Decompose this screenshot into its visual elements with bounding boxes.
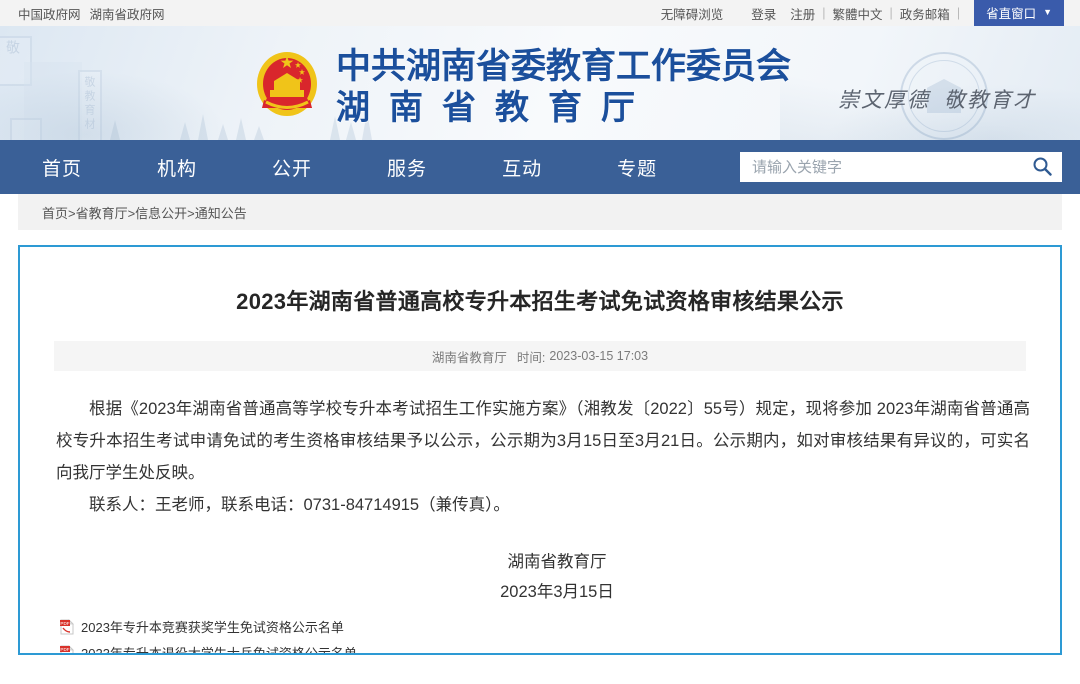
top-utility-bar: 中国政府网 湖南省政府网 无障碍浏览 登录 注册 | 繁體中文 | 政务邮箱 |… (0, 0, 1080, 26)
site-title-line-1: 中共湖南省委教育工作委员会 (336, 47, 792, 86)
topbar-right-links: 无障碍浏览 登录 注册 | 繁體中文 | 政务邮箱 | 省直窗口 ▼ (654, 0, 1080, 26)
nav-item-service[interactable]: 服务 (387, 154, 466, 181)
list-item[interactable]: PDF 2023年专升本退役大学生士兵免试资格公示名单 (60, 643, 1060, 653)
province-portal-dropdown[interactable]: 省直窗口 ▼ (974, 0, 1064, 26)
link-hunan-gov[interactable]: 湖南省政府网 (90, 4, 165, 23)
topbar-left-links: 中国政府网 湖南省政府网 (0, 4, 165, 23)
article-signature: 湖南省教育厅 2023年3月15日 (56, 547, 1030, 607)
article-time-label: 时间: (516, 350, 546, 365)
nav-item-organization[interactable]: 机构 (157, 154, 236, 181)
nav-item-topics[interactable]: 专题 (617, 154, 696, 181)
chevron-down-icon: ▼ (1043, 7, 1052, 17)
search-input[interactable] (740, 158, 1022, 176)
svg-text:PDF: PDF (60, 621, 69, 626)
attachment-list: PDF 2023年专升本竞赛获奖学生免试资格公示名单 PDF 2023年专升本退… (60, 617, 1060, 653)
province-portal-label: 省直窗口 (986, 7, 1037, 21)
pdf-file-icon: PDF (60, 644, 74, 653)
breadcrumb[interactable]: 首页>省教育厅>信息公开>通知公告 (18, 203, 247, 222)
link-accessibility[interactable]: 无障碍浏览 (654, 4, 731, 23)
motto-left: 崇文厚德 (838, 88, 930, 112)
site-banner: 敬 敬教育材 中共湖南省委教育工作委员会 湖南省教育厅 崇文厚德 敬教育才 (0, 26, 1080, 140)
nav-item-home[interactable]: 首页 (42, 154, 121, 181)
pdf-file-icon: PDF (60, 618, 74, 635)
link-china-gov[interactable]: 中国政府网 (18, 4, 81, 23)
nav-item-disclosure[interactable]: 公开 (272, 154, 351, 181)
link-register[interactable]: 注册 (783, 4, 822, 23)
article-source: 湖南省教育厅 (431, 350, 507, 365)
national-emblem-icon (252, 50, 322, 122)
article-body: 根据《2023年湖南省普通高等学校专升本考试招生工作实施方案》（湘教发〔2022… (56, 393, 1030, 607)
breadcrumb-band: 首页>省教育厅>信息公开>通知公告 (18, 194, 1062, 230)
nav-item-interaction[interactable]: 互动 (502, 154, 581, 181)
search-button[interactable] (1022, 152, 1062, 182)
main-navigation: 首页 机构 公开 服务 互动 专题 (0, 140, 1080, 194)
search-icon (1032, 156, 1052, 179)
attachment-name[interactable]: 2023年专升本竞赛获奖学生免试资格公示名单 (81, 617, 344, 636)
link-traditional-chinese[interactable]: 繁體中文 (826, 4, 890, 23)
separator: | (956, 6, 961, 20)
page-title: 2023年湖南省普通高校专升本招生考试免试资格审核结果公示 (236, 289, 844, 314)
article-panel: 2023年湖南省普通高校专升本招生考试免试资格审核结果公示 湖南省教育厅 时间:… (18, 245, 1062, 655)
attachment-name[interactable]: 2023年专升本退役大学生士兵免试资格公示名单 (81, 643, 357, 653)
search-box[interactable] (740, 152, 1062, 182)
link-gov-mail[interactable]: 政务邮箱 (893, 4, 957, 23)
svg-text:PDF: PDF (60, 647, 69, 652)
article-paragraph-1: 根据《2023年湖南省普通高等学校专升本考试招生工作实施方案》（湘教发〔2022… (56, 400, 1030, 482)
article-paragraph-2: 联系人：王老师，联系电话：0731-84714915（兼传真）。 (89, 496, 510, 514)
list-item[interactable]: PDF 2023年专升本竞赛获奖学生免试资格公示名单 (60, 617, 1060, 636)
motto-right: 敬教育才 (944, 88, 1036, 112)
signature-date: 2023年3月15日 (500, 583, 614, 601)
nav-item-list: 首页 机构 公开 服务 互动 专题 (0, 154, 696, 181)
site-title-line-2: 湖南省教育厅 (336, 89, 654, 127)
article-meta: 湖南省教育厅 时间: 2023-03-15 17:03 (54, 341, 1026, 371)
site-title-block: 中共湖南省委教育工作委员会 湖南省教育厅 (336, 48, 791, 128)
signature-organization: 湖南省教育厅 (507, 553, 607, 571)
banner-calligraphy-motto: 崇文厚德 敬教育才 (838, 84, 1036, 114)
article-time-value: 2023-03-15 17:03 (549, 349, 649, 363)
link-login[interactable]: 登录 (744, 4, 783, 23)
